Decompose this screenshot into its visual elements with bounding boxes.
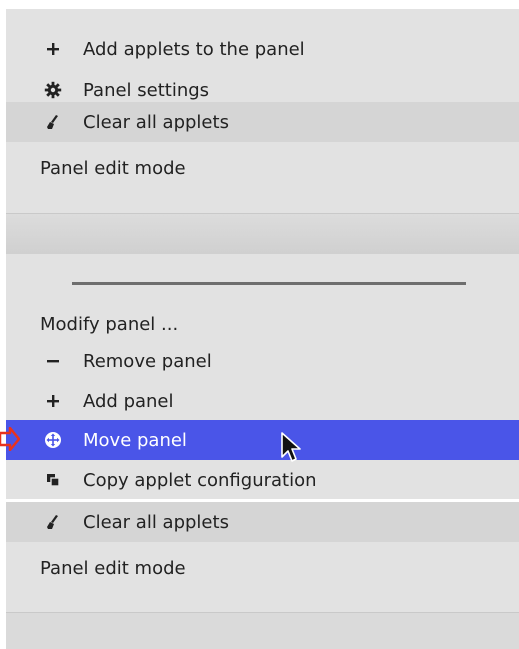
menu-item-remove-panel[interactable]: Remove panel [6,341,519,381]
broom-icon [36,514,70,530]
menu-item-move-panel[interactable]: Move panel [6,420,519,460]
minus-icon [36,353,70,369]
menu-item-label: Move panel [83,429,187,451]
menu-item-label: Add applets to the panel [83,38,305,60]
plus-icon [36,393,70,409]
highlight-arrow-icon [0,426,21,455]
menu-item-label: Remove panel [83,350,212,372]
menu-item-panel-edit-mode-2[interactable]: Panel edit mode [6,548,519,588]
move-icon [36,431,70,449]
menu-item-label: Copy applet configuration [83,469,317,491]
mouse-cursor-icon [280,432,302,468]
screenshot-stage: Add applets to the panel Panel settings [0,0,519,649]
menu-item-label: Panel settings [83,79,210,101]
menu-item-copy-applet-config[interactable]: Copy applet configuration [6,460,519,500]
menu-separator [72,282,466,285]
plus-icon [36,41,70,57]
panel-bar [6,213,519,254]
menu-item-clear-applets-2[interactable]: Clear all applets [6,502,519,542]
menu-item-label: Panel edit mode [40,557,186,579]
menu-item-clear-applets[interactable]: Clear all applets [6,102,519,142]
menu-item-label: Add panel [83,390,174,412]
menu-item-label: Panel edit mode [40,157,186,179]
broom-icon [36,114,70,130]
menu-item-add-panel[interactable]: Add panel [6,381,519,421]
menu-header-modify-panel: Modify panel ... [6,304,519,344]
copy-icon [36,472,70,488]
menu-item-panel-edit-mode[interactable]: Panel edit mode [6,148,519,188]
menu-header-label: Modify panel ... [40,313,179,335]
menu-item-label: Clear all applets [83,111,229,133]
panel-bar-bottom [6,613,519,649]
menu-item-label: Clear all applets [83,511,229,533]
menu-item-add-applets[interactable]: Add applets to the panel [6,29,519,69]
gear-icon [36,81,70,99]
